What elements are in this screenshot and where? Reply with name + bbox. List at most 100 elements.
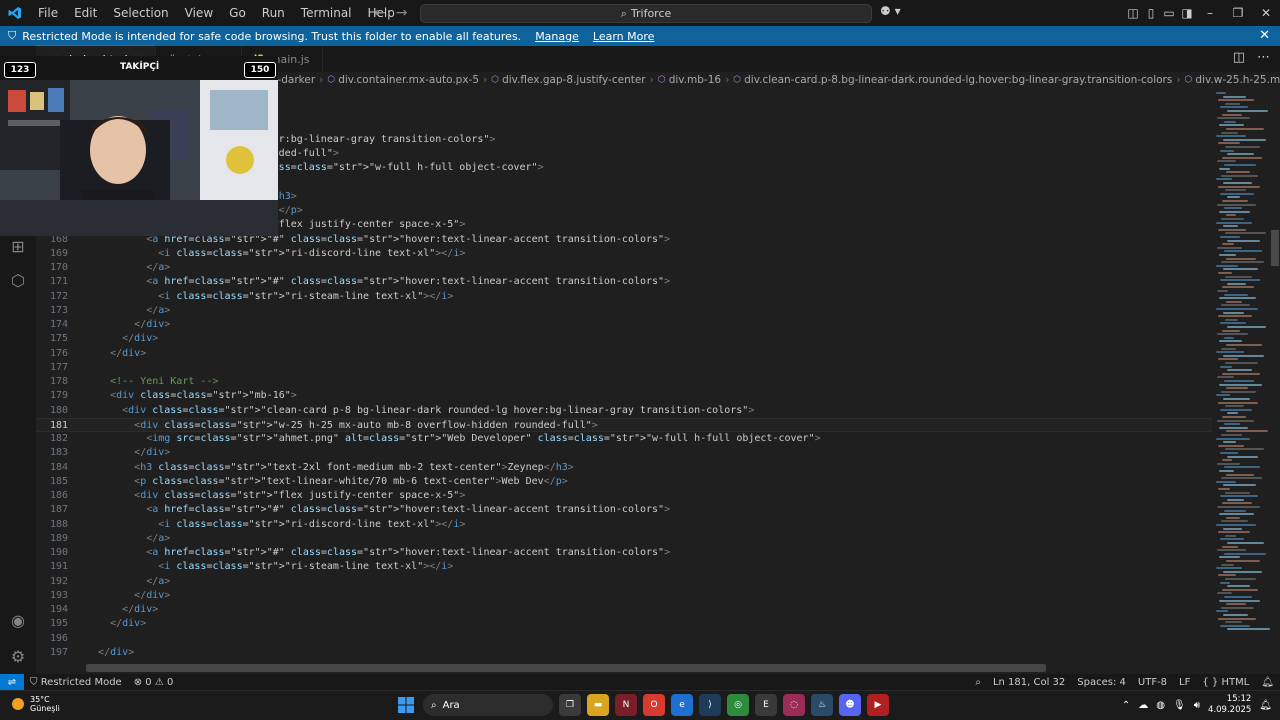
code-line[interactable]: 192 </a>	[36, 575, 1212, 589]
forward-arrow-icon[interactable]: →	[396, 5, 408, 21]
code-line[interactable]: 178 <!-- Yeni Kart -->	[36, 375, 1212, 389]
code-line[interactable]: 185 <p class=class="str">"text-linear-wh…	[36, 475, 1212, 489]
app-tray-icon[interactable]: ◍	[1156, 700, 1165, 711]
task-view-icon[interactable]: ❐	[559, 694, 581, 716]
extensions-icon[interactable]: ⊞	[8, 236, 28, 256]
steam-icon[interactable]: ♨	[811, 694, 833, 716]
file-explorer-icon[interactable]: ▬	[587, 694, 609, 716]
code-line[interactable]: 184 <h3 class=class="str">"text-2xl font…	[36, 461, 1212, 475]
menu-edit[interactable]: Edit	[66, 0, 105, 26]
code-line[interactable]: 186 <div class=class="str">"flex justify…	[36, 489, 1212, 503]
code-line[interactable]: 176 </div>	[36, 347, 1212, 361]
indentation[interactable]: Spaces: 4	[1071, 677, 1132, 688]
code-line[interactable]: 180 <div class=class="str">"clean-card p…	[36, 404, 1212, 418]
menu-selection[interactable]: Selection	[105, 0, 176, 26]
breadcrumb-item[interactable]: ⬡ div.clean-card.p-8.bg-linear-dark.round…	[733, 74, 1172, 86]
notifications-bell-icon[interactable]: 🔔︎	[1255, 677, 1280, 688]
code-line[interactable]: 190 <a href=class="str">"#" class=class=…	[36, 546, 1212, 560]
breadcrumb-item[interactable]: ⬡ div.mb-16	[658, 74, 721, 86]
account-icon[interactable]: ◉	[8, 610, 28, 630]
code-line[interactable]: 194 </div>	[36, 603, 1212, 617]
edge-icon[interactable]: e	[671, 694, 693, 716]
layout-custom-icon[interactable]: ◫	[1124, 0, 1142, 26]
code-line[interactable]: 183 </div>	[36, 446, 1212, 460]
horizontal-scrollbar[interactable]	[86, 664, 1046, 672]
code-line[interactable]: 195 </div>	[36, 617, 1212, 631]
vscode-taskbar-icon[interactable]: ⟩	[699, 694, 721, 716]
breadcrumb-item[interactable]: ⬡ div.container.mx-auto.px-5	[327, 74, 479, 86]
manage-link[interactable]: Manage	[535, 30, 579, 43]
clock[interactable]: 15:12 4.09.2025	[1208, 694, 1251, 716]
code-line[interactable]: 191 <i class=class="str">"ri-steam-line …	[36, 560, 1212, 574]
menu-go[interactable]: Go	[221, 0, 254, 26]
toggle-sidebar-icon[interactable]: ▯	[1142, 0, 1160, 26]
restore-button[interactable]: ❐	[1224, 0, 1252, 26]
code-line[interactable]: 182 <img src=class="str">"ahmet.png" alt…	[36, 432, 1212, 446]
close-icon[interactable]: ✕	[1259, 28, 1270, 43]
code-line[interactable]: 172 <i class=class="str">"ri-steam-line …	[36, 290, 1212, 304]
vertical-scrollbar[interactable]	[1270, 88, 1280, 674]
vscode-logo-icon	[0, 0, 30, 26]
code-line[interactable]: 170 </a>	[36, 261, 1212, 275]
code-line[interactable]: 173 </a>	[36, 304, 1212, 318]
zoom-icon[interactable]: ⌕	[969, 677, 987, 688]
minimap[interactable]	[1212, 88, 1270, 674]
cursor-position[interactable]: Ln 181, Col 32	[987, 677, 1071, 688]
close-button[interactable]: ✕	[1252, 0, 1280, 26]
cloud-icon[interactable]: ☁	[1138, 700, 1148, 711]
minimap-line	[1226, 257, 1256, 260]
remote-indicator-icon[interactable]: ⇌	[0, 674, 24, 690]
epic-games-icon[interactable]: E	[755, 694, 777, 716]
menu-file[interactable]: File	[30, 0, 66, 26]
code-line[interactable]: 174 </div>	[36, 318, 1212, 332]
remote-explorer-icon[interactable]: ⬡	[8, 270, 28, 290]
browser-icon[interactable]: ◌	[783, 694, 805, 716]
back-arrow-icon[interactable]: ←	[374, 5, 386, 21]
menu-terminal[interactable]: Terminal	[293, 0, 360, 26]
language-mode[interactable]: { } HTML	[1196, 677, 1255, 688]
code-line[interactable]: 171 <a href=class="str">"#" class=class=…	[36, 275, 1212, 289]
taskbar-search[interactable]: ⌕ Ara	[423, 694, 553, 716]
chevron-up-icon[interactable]: ⌃	[1122, 700, 1130, 711]
problems-status[interactable]: ⊗ 0 ⚠ 0	[128, 677, 180, 688]
learn-more-link[interactable]: Learn More	[593, 30, 655, 43]
code-line[interactable]: 179 <div class=class="str">"mb-16">	[36, 389, 1212, 403]
menu-run[interactable]: Run	[254, 0, 293, 26]
toggle-panel-icon[interactable]: ▭	[1160, 0, 1178, 26]
more-actions-icon[interactable]: ⋯	[1257, 50, 1270, 65]
discord-icon[interactable]: ☻	[839, 694, 861, 716]
end-of-line[interactable]: LF	[1173, 677, 1196, 688]
code-line[interactable]: 188 <i class=class="str">"ri-discord-lin…	[36, 518, 1212, 532]
code-line[interactable]: 169 <i class=class="str">"ri-discord-lin…	[36, 247, 1212, 261]
code-line[interactable]: 177	[36, 361, 1212, 375]
weather-widget[interactable]: 35°C Güneşli	[12, 695, 60, 713]
code-line[interactable]: 189 </a>	[36, 532, 1212, 546]
minimize-button[interactable]: –	[1196, 0, 1224, 26]
chrome-icon[interactable]: ◎	[727, 694, 749, 716]
search-icon: ⌕	[620, 6, 627, 20]
code-line[interactable]: 196	[36, 632, 1212, 646]
breadcrumb-item[interactable]: ⬡ div.flex.gap-8.justify-center	[491, 74, 645, 86]
microphone-icon[interactable]: 🎙︎	[1173, 700, 1186, 711]
notification-bell-icon[interactable]: 🔔︎	[1259, 700, 1272, 711]
encoding[interactable]: UTF-8	[1132, 677, 1173, 688]
code-line[interactable]: 181 <div class=class="str">"w-25 h-25 mx…	[36, 417, 1212, 432]
copilot-icon[interactable]: ⚉ ▾	[880, 4, 901, 18]
restricted-mode-status[interactable]: ⛉ Restricted Mode	[24, 677, 128, 688]
breadcrumb-item[interactable]: ⬡div.w-25.h-25.mx-auto.mb-8.overflow-hid…	[1185, 74, 1280, 86]
scrollbar-thumb[interactable]	[1271, 230, 1279, 266]
menu-view[interactable]: View	[177, 0, 221, 26]
opera-icon[interactable]: O	[643, 694, 665, 716]
toggle-secondary-sidebar-icon[interactable]: ◨	[1178, 0, 1196, 26]
next-app-icon[interactable]: N	[615, 694, 637, 716]
gear-icon[interactable]: ⚙	[8, 646, 28, 666]
volume-icon[interactable]: 🔊︎	[1194, 700, 1200, 711]
windows-start-icon[interactable]	[395, 694, 417, 716]
video-app-icon[interactable]: ▶	[867, 694, 889, 716]
code-line[interactable]: 175 </div>	[36, 332, 1212, 346]
command-center-search[interactable]: ⌕ Triforce	[420, 4, 872, 23]
code-line[interactable]: 197 </div>	[36, 646, 1212, 660]
code-line[interactable]: 193 </div>	[36, 589, 1212, 603]
code-line[interactable]: 187 <a href=class="str">"#" class=class=…	[36, 503, 1212, 517]
split-editor-icon[interactable]: ◫	[1233, 50, 1245, 65]
